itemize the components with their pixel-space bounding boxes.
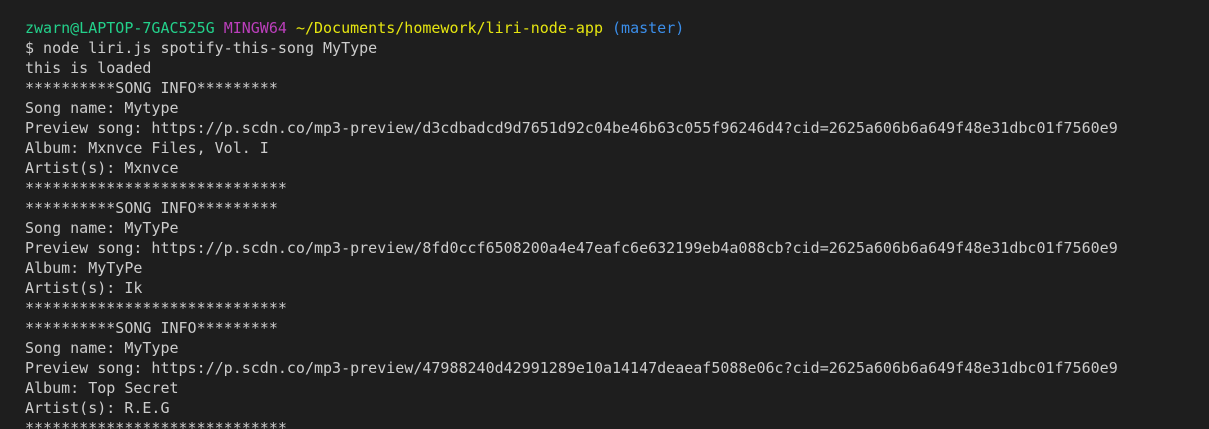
prompt-user-host: zwarn@LAPTOP-7GAC525G <box>25 19 215 37</box>
song-3-preview: Preview song: https://p.scdn.co/mp3-prev… <box>25 359 1118 377</box>
song-2-header: **********SONG INFO********* <box>25 199 278 217</box>
song-1-name: Song name: Mytype <box>25 99 179 117</box>
song-2-preview: Preview song: https://p.scdn.co/mp3-prev… <box>25 239 1118 257</box>
prompt-git-branch: (master) <box>612 19 685 37</box>
song-3-name: Song name: MyType <box>25 339 179 357</box>
song-3-artist: Artist(s): R.E.G <box>25 399 170 417</box>
prompt-shell: MINGW64 <box>223 19 287 37</box>
song-2-name: Song name: MyTyPe <box>25 219 179 237</box>
song-1-footer: ***************************** <box>25 179 287 197</box>
song-1-artist: Artist(s): Mxnvce <box>25 159 179 177</box>
song-2-album: Album: MyTyPe <box>25 259 143 277</box>
song-3-header: **********SONG INFO********* <box>25 319 278 337</box>
prompt-path: ~/Documents/homework/liri-node-app <box>295 19 603 37</box>
prompt-line: zwarn@LAPTOP-7GAC525G MINGW64 ~/Document… <box>25 18 1209 38</box>
song-3-album: Album: Top Secret <box>25 379 179 397</box>
song-3-footer: ***************************** <box>25 419 287 429</box>
command-line: $ node liri.js spotify-this-song MyType <box>25 39 378 57</box>
song-1-preview: Preview song: https://p.scdn.co/mp3-prev… <box>25 119 1118 137</box>
output-loaded: this is loaded <box>25 59 152 77</box>
song-1-header: **********SONG INFO********* <box>25 79 278 97</box>
song-2-footer: ***************************** <box>25 299 287 317</box>
song-1-album: Album: Mxnvce Files, Vol. I <box>25 139 269 157</box>
song-2-artist: Artist(s): Ik <box>25 279 143 297</box>
terminal-output[interactable]: zwarn@LAPTOP-7GAC525G MINGW64 ~/Document… <box>0 0 1209 429</box>
